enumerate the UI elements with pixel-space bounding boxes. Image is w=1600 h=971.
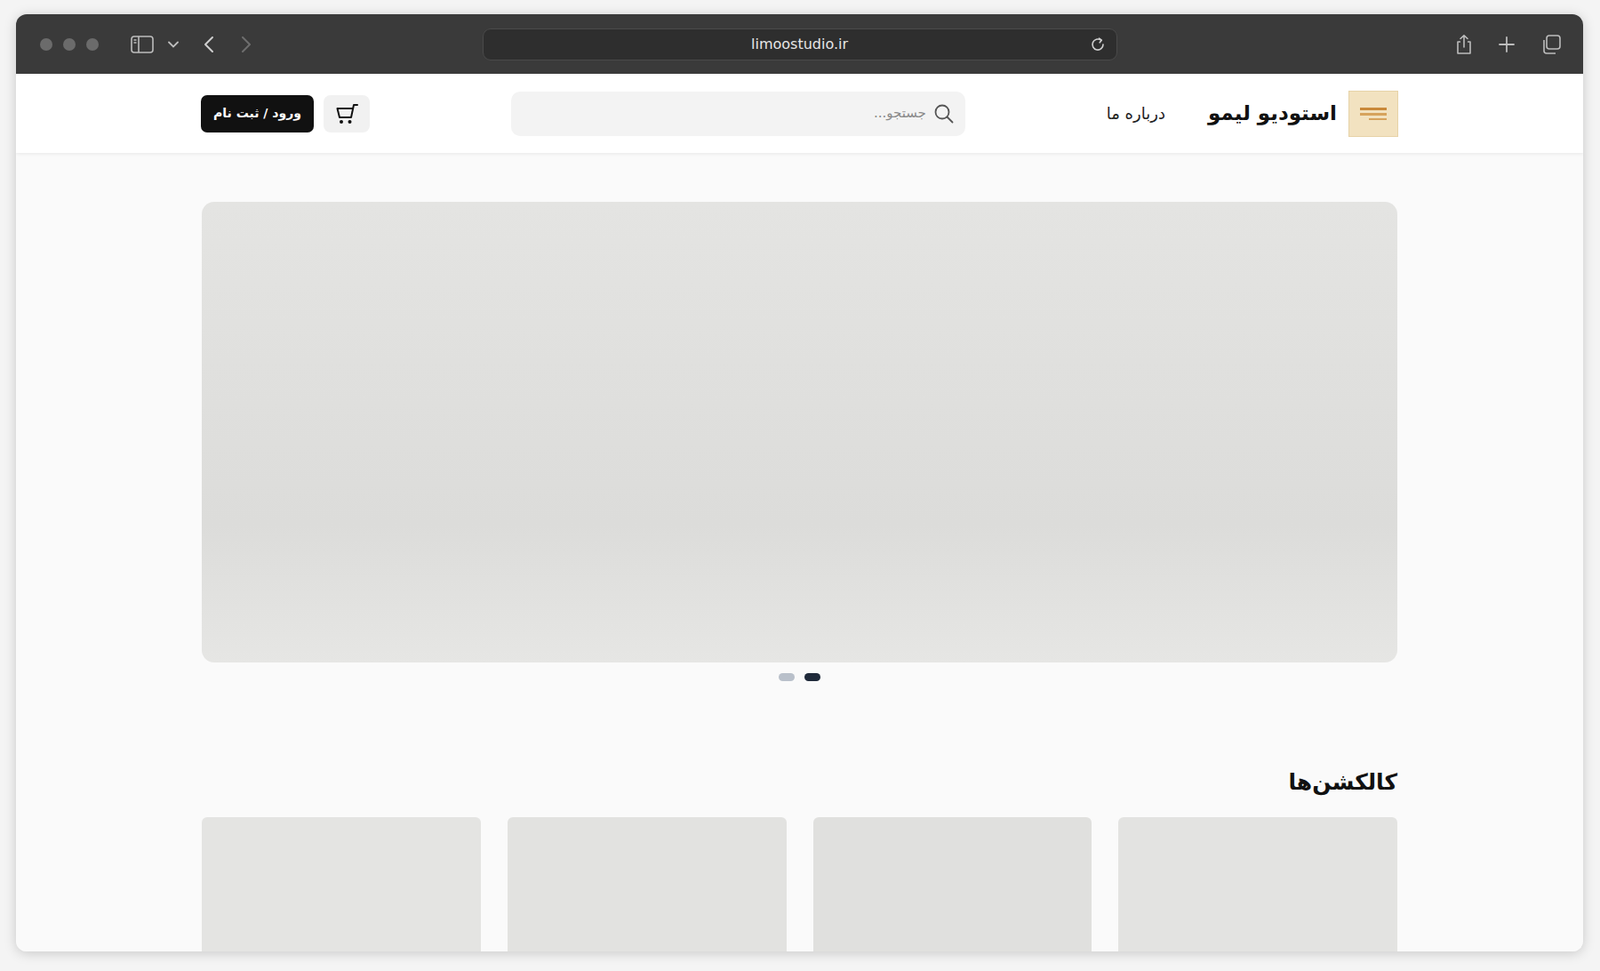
title-bar: limoostudio.ir bbox=[16, 14, 1584, 74]
page: استودیو لیمو درباره ما ورود / ثبت نام bbox=[16, 73, 1584, 952]
hero-banner[interactable] bbox=[201, 201, 1398, 663]
search-box[interactable] bbox=[511, 91, 966, 136]
collection-card[interactable] bbox=[1118, 816, 1398, 952]
close-dot[interactable] bbox=[40, 38, 53, 51]
url-text: limoostudio.ir bbox=[751, 33, 848, 56]
cart-button[interactable] bbox=[323, 95, 370, 133]
brand-name[interactable]: استودیو لیمو bbox=[1208, 97, 1337, 129]
login-label: ورود / ثبت نام bbox=[213, 105, 302, 120]
new-tab-icon[interactable] bbox=[1497, 35, 1516, 54]
site-header: استودیو لیمو درباره ما ورود / ثبت نام bbox=[16, 73, 1584, 153]
back-arrow-icon[interactable] bbox=[203, 35, 215, 54]
carousel-dots bbox=[201, 672, 1398, 681]
share-icon[interactable] bbox=[1455, 33, 1473, 56]
nav-link[interactable]: درباره ما bbox=[1106, 101, 1166, 126]
carousel-dot[interactable] bbox=[804, 672, 821, 681]
carousel-dot[interactable] bbox=[778, 672, 795, 681]
collection-card[interactable] bbox=[507, 816, 787, 952]
reload-icon[interactable] bbox=[1089, 36, 1106, 53]
collection-card[interactable] bbox=[813, 816, 1093, 952]
browser-window: limoostudio.ir استودیو لیمو درباره bbox=[16, 14, 1584, 952]
search-icon bbox=[933, 103, 955, 125]
forward-arrow-icon[interactable] bbox=[240, 35, 252, 54]
collections-heading: کالکشن‌ها bbox=[201, 766, 1398, 798]
minimize-dot[interactable] bbox=[63, 38, 76, 51]
collection-card[interactable] bbox=[201, 816, 481, 952]
collections-grid bbox=[201, 816, 1398, 952]
zoom-dot[interactable] bbox=[86, 38, 99, 51]
chevron-down-icon[interactable] bbox=[168, 40, 179, 48]
address-bar[interactable]: limoostudio.ir bbox=[482, 28, 1118, 61]
search-input[interactable] bbox=[521, 103, 927, 124]
cart-icon bbox=[334, 102, 360, 126]
logo[interactable] bbox=[1348, 90, 1399, 137]
login-button[interactable]: ورود / ثبت نام bbox=[200, 95, 314, 133]
sidebar-icon[interactable] bbox=[130, 35, 154, 54]
tabs-overview-icon[interactable] bbox=[1540, 33, 1562, 56]
